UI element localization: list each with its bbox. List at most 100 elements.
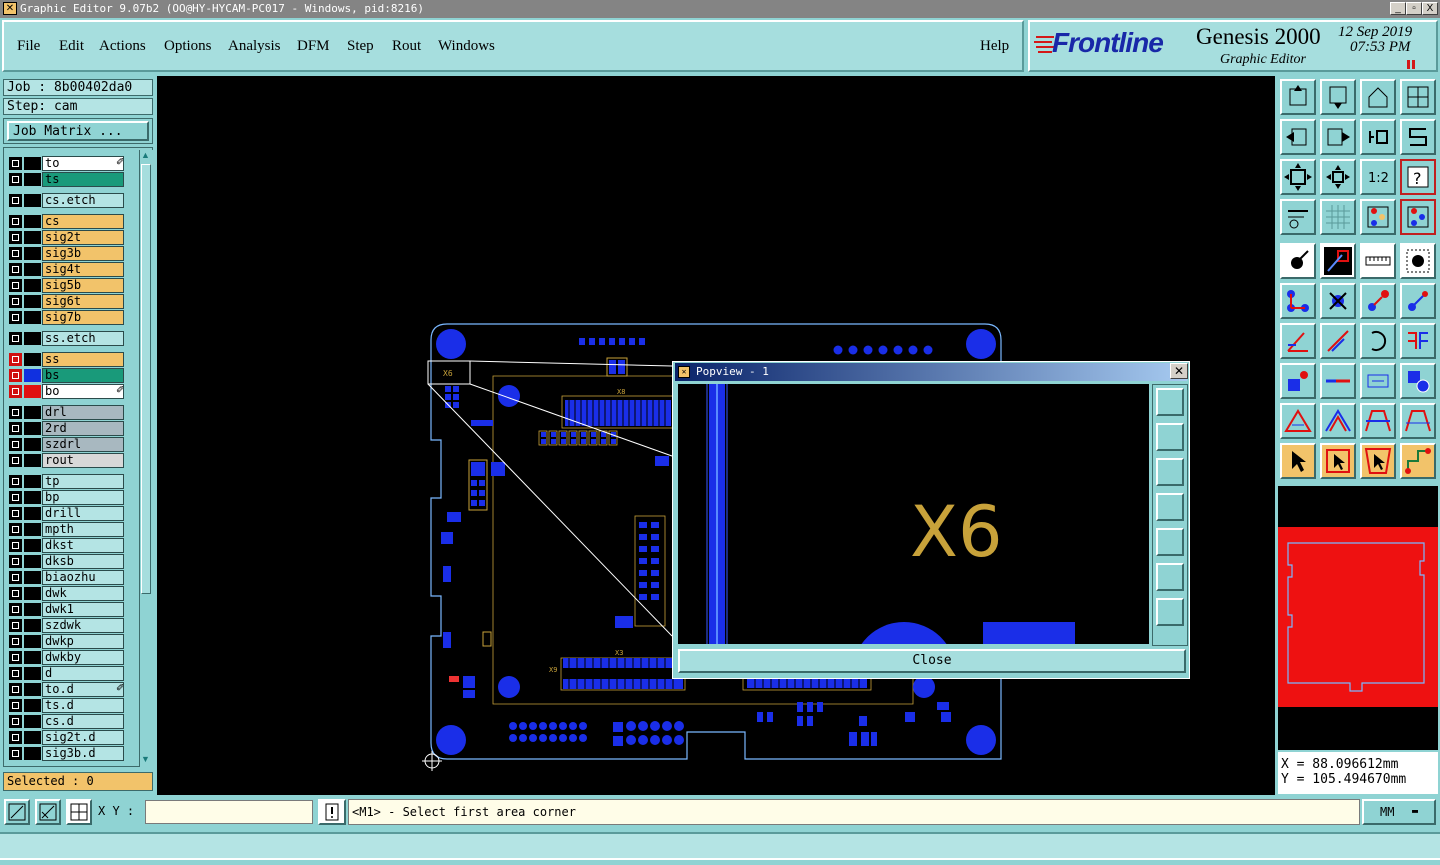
- layer-color-swatch[interactable]: [24, 422, 41, 435]
- layer-checkbox[interactable]: [9, 699, 22, 712]
- move-feature-icon[interactable]: [1400, 283, 1436, 319]
- zoom-fit-icon[interactable]: [1280, 159, 1316, 195]
- move-node-icon[interactable]: [1360, 283, 1396, 319]
- layer-name[interactable]: ts.d: [42, 698, 124, 713]
- home-icon[interactable]: [1360, 79, 1396, 115]
- layer-row[interactable]: ts: [6, 172, 138, 187]
- layer-row[interactable]: sig5b: [6, 278, 138, 293]
- layer-name[interactable]: dksb: [42, 554, 124, 569]
- layer-color-swatch[interactable]: [24, 603, 41, 616]
- layer-name[interactable]: d: [42, 666, 124, 681]
- layer-checkbox[interactable]: [9, 454, 22, 467]
- scroll-down-arrow-icon[interactable]: ▼: [141, 754, 151, 764]
- layer-name[interactable]: ts: [42, 172, 124, 187]
- select-polygon-icon[interactable]: [1360, 443, 1396, 479]
- layer-row[interactable]: dksb: [6, 554, 138, 569]
- layer-color-swatch[interactable]: [24, 699, 41, 712]
- popview-pan-right-icon[interactable]: [1156, 528, 1184, 556]
- layer-color-swatch[interactable]: [24, 555, 41, 568]
- help-icon[interactable]: ?: [1400, 159, 1436, 195]
- alert-icon[interactable]: [318, 799, 346, 825]
- layer-row[interactable]: to.d ✐: [6, 682, 138, 697]
- mirror-icon[interactable]: [1400, 119, 1436, 155]
- layer-checkbox[interactable]: [9, 385, 22, 398]
- layer-checkbox[interactable]: [9, 635, 22, 648]
- layer-name[interactable]: cs.d: [42, 714, 124, 729]
- layer-checkbox[interactable]: [9, 215, 22, 228]
- layer-name[interactable]: sig2t.d: [42, 730, 124, 745]
- layer-row[interactable]: mpth: [6, 522, 138, 537]
- layer-name[interactable]: bs: [42, 368, 124, 383]
- draw-arc-icon[interactable]: [1360, 323, 1396, 359]
- layer-checkbox[interactable]: [9, 422, 22, 435]
- layer-color-swatch[interactable]: [24, 747, 41, 760]
- menu-edit[interactable]: Edit: [59, 38, 84, 55]
- layer-name[interactable]: szdrl: [42, 437, 124, 452]
- zoom-home-icon[interactable]: [1320, 159, 1356, 195]
- layer-row[interactable]: cs.etch: [6, 193, 138, 208]
- layer-name[interactable]: dwk1: [42, 602, 124, 617]
- menu-help[interactable]: Help: [980, 38, 1009, 55]
- popview-zoom-in-icon[interactable]: [1156, 563, 1184, 591]
- layer-checkbox[interactable]: [9, 651, 22, 664]
- layer-checkbox[interactable]: [9, 731, 22, 744]
- xy-input[interactable]: [145, 800, 313, 824]
- layer-row[interactable]: bp: [6, 490, 138, 505]
- layer-checkbox[interactable]: [9, 279, 22, 292]
- draw-line-icon[interactable]: [1320, 243, 1356, 279]
- layer-name[interactable]: 2rd: [42, 421, 124, 436]
- layer-name[interactable]: sig4t: [42, 262, 124, 277]
- grid-snap-icon[interactable]: [66, 799, 92, 825]
- layer-checkbox[interactable]: [9, 683, 22, 696]
- layer-checkbox[interactable]: [9, 263, 22, 276]
- layer-checkbox[interactable]: [9, 173, 22, 186]
- layer-checkbox[interactable]: [9, 157, 22, 170]
- menu-step[interactable]: Step: [347, 38, 374, 55]
- layer-checkbox[interactable]: [9, 555, 22, 568]
- popview-close-x-icon[interactable]: ✕: [1170, 363, 1188, 379]
- layer-color-swatch[interactable]: [24, 215, 41, 228]
- rotate-icon[interactable]: [1360, 119, 1396, 155]
- add-surface-icon[interactable]: [1280, 403, 1316, 439]
- layer-color-swatch[interactable]: [24, 683, 41, 696]
- measure-mode-icon[interactable]: [35, 799, 61, 825]
- layer-name[interactable]: sig5b: [42, 278, 124, 293]
- layer-name[interactable]: to.d: [42, 682, 124, 697]
- layer-checkbox[interactable]: [9, 539, 22, 552]
- select-net-icon[interactable]: [1400, 443, 1436, 479]
- popview-zoom-out-icon[interactable]: [1156, 598, 1184, 626]
- layer-color-swatch[interactable]: [24, 263, 41, 276]
- layer-name[interactable]: sig7b: [42, 310, 124, 325]
- layer-name[interactable]: to: [42, 156, 124, 171]
- layer-color-swatch[interactable]: [24, 454, 41, 467]
- layer-name[interactable]: sig3b: [42, 246, 124, 261]
- layer-checkbox[interactable]: [9, 619, 22, 632]
- menu-options[interactable]: Options: [164, 38, 212, 55]
- job-matrix-button[interactable]: Job Matrix ...: [7, 121, 149, 141]
- layer-color-swatch[interactable]: [24, 619, 41, 632]
- layer-color-swatch[interactable]: [24, 231, 41, 244]
- popview-title-bar[interactable]: ✕ Popview - 1: [675, 363, 1187, 381]
- layer-row[interactable]: sig2t: [6, 230, 138, 245]
- layer-checkbox[interactable]: [9, 295, 22, 308]
- layer-name[interactable]: ss: [42, 352, 124, 367]
- scroll-up-arrow-icon[interactable]: ▲: [141, 150, 151, 160]
- delete-node-icon[interactable]: [1320, 283, 1356, 319]
- layer-row[interactable]: rout: [6, 453, 138, 468]
- layer-name[interactable]: cs: [42, 214, 124, 229]
- layer-color-swatch[interactable]: [24, 651, 41, 664]
- layer-checkbox[interactable]: [9, 311, 22, 324]
- layer-checkbox[interactable]: [9, 667, 22, 680]
- popview-pan-left-icon[interactable]: [1156, 493, 1184, 521]
- menu-windows[interactable]: Windows: [438, 38, 495, 55]
- layer-checkbox[interactable]: [9, 406, 22, 419]
- edit-surface-icon[interactable]: [1320, 403, 1356, 439]
- layer-checkbox[interactable]: [9, 231, 22, 244]
- popview-pan-up-icon[interactable]: [1156, 423, 1184, 451]
- change-symbol-icon[interactable]: [1400, 323, 1436, 359]
- split-line-icon[interactable]: [1320, 363, 1356, 399]
- layer-checkbox[interactable]: [9, 332, 22, 345]
- layer-color-swatch[interactable]: [24, 406, 41, 419]
- layer-row[interactable]: sig6t: [6, 294, 138, 309]
- layer-name[interactable]: dwk: [42, 586, 124, 601]
